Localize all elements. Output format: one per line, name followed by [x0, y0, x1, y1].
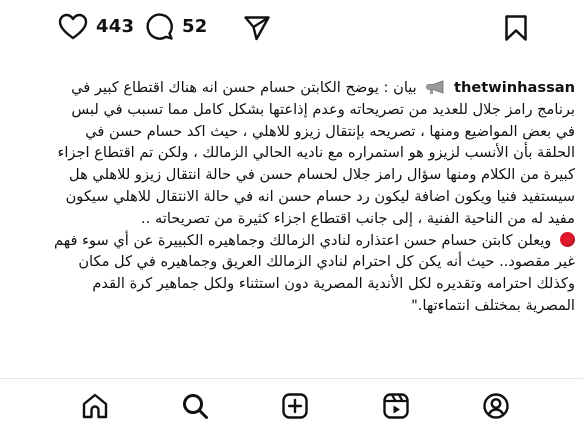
caption-paragraph-2: ويعلن كابتن حسام حسن اعتذاره لنادي الزما… — [50, 230, 575, 317]
nav-profile[interactable] — [482, 392, 510, 420]
comments-count[interactable]: 52 — [182, 16, 207, 37]
post-action-bar: 443 52 — [0, 0, 583, 56]
comment-bubble-icon — [146, 12, 173, 40]
megaphone-icon — [426, 80, 444, 94]
save-button[interactable] — [504, 12, 528, 44]
nav-home[interactable] — [81, 392, 109, 420]
create-icon — [282, 393, 308, 419]
caption-text-2: ويعلن كابتن حسام حسن اعتذاره لنادي الزما… — [54, 231, 575, 314]
share-button[interactable] — [243, 12, 271, 44]
reels-icon — [383, 393, 409, 419]
nav-reels[interactable] — [382, 392, 410, 420]
instagram-post-screen: 443 52 thetwinhassan بيان : يوضح الكابتن… — [0, 0, 583, 430]
red-circle-icon — [560, 231, 575, 247]
bottom-navigation — [0, 378, 583, 430]
post-caption: thetwinhassan بيان : يوضح الكابتن حسام ح… — [50, 77, 575, 380]
home-icon — [82, 393, 108, 419]
caption-paragraph-1: thetwinhassan بيان : يوضح الكابتن حسام ح… — [50, 77, 575, 230]
likes-count[interactable]: 443 — [96, 16, 134, 37]
search-icon — [183, 394, 208, 419]
caption-text-1: بيان : يوضح الكابتن حسام حسن انه هناك اق… — [57, 79, 575, 227]
paper-plane-icon — [244, 16, 270, 41]
comment-button[interactable]: 52 — [145, 10, 207, 42]
like-button[interactable]: 443 — [58, 10, 134, 42]
heart-icon — [58, 13, 88, 39]
nav-search[interactable] — [181, 392, 209, 420]
author-username[interactable]: thetwinhassan — [454, 79, 575, 96]
profile-icon — [483, 393, 509, 419]
bookmark-icon — [505, 15, 527, 41]
nav-create[interactable] — [281, 392, 309, 420]
